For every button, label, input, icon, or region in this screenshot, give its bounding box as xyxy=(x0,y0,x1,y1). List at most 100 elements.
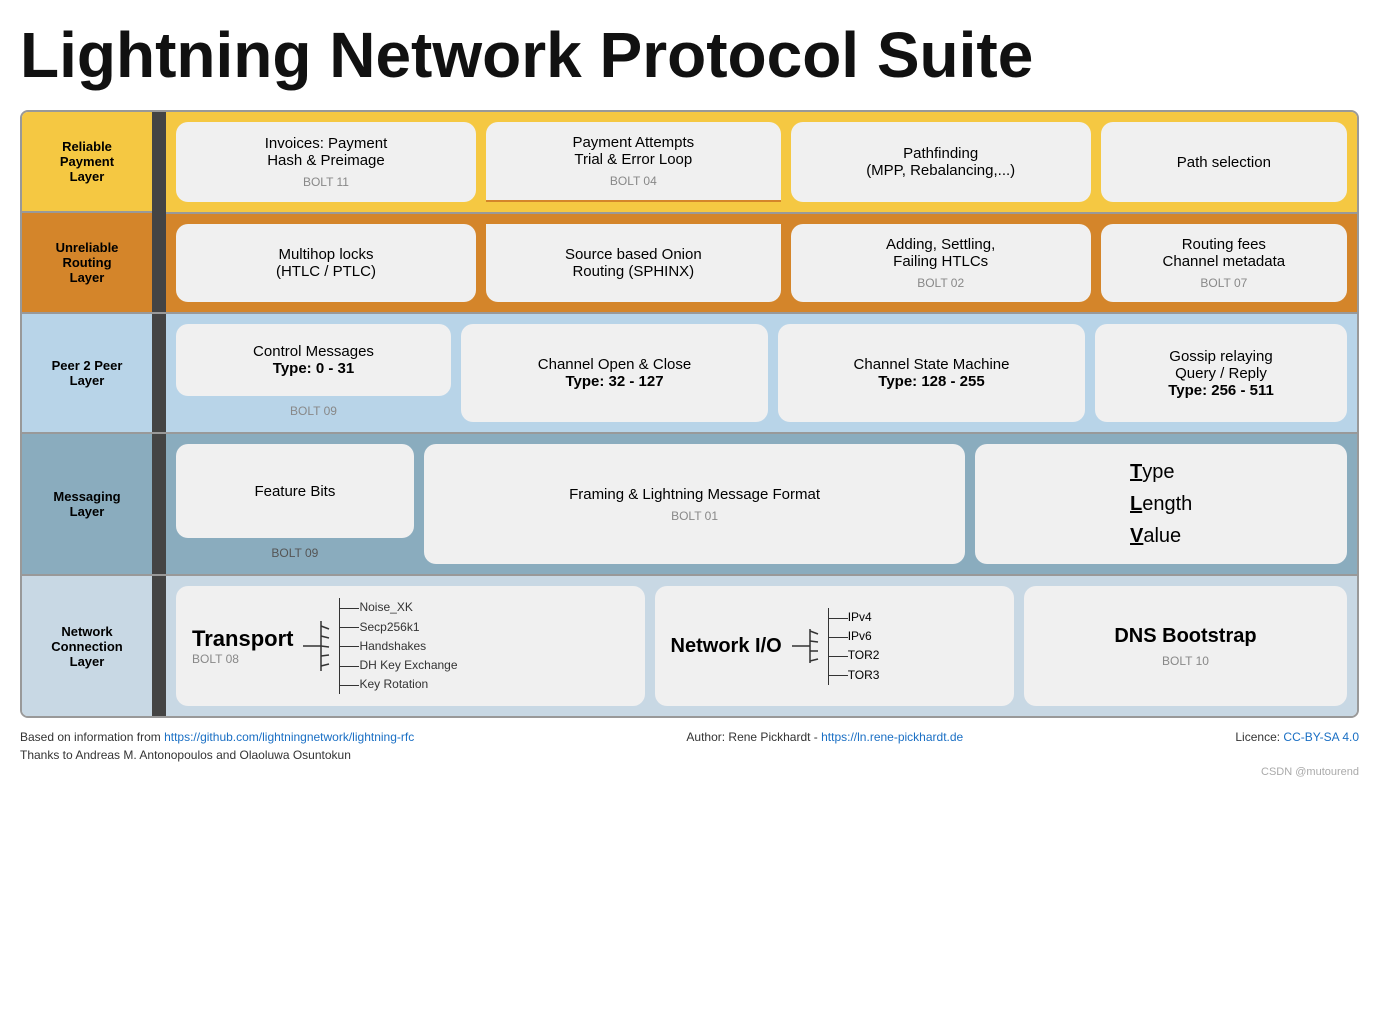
multihop-text: Multihop locks(HTLC / PTLC) xyxy=(276,246,376,280)
gossip-text: Gossip relayingQuery / ReplyType: 256 - … xyxy=(1168,348,1274,399)
reliable-layer-label: ReliablePaymentLayer xyxy=(22,112,152,213)
control-messages-text: Control MessagesType: 0 - 31 xyxy=(253,343,374,377)
payment-attempts-text: Payment AttemptsTrial & Error Loop xyxy=(572,134,694,168)
channel-open-close-text: Channel Open & CloseType: 32 - 127 xyxy=(538,356,691,390)
combined-content: Invoices: PaymentHash & Preimage BOLT 11… xyxy=(166,112,1357,312)
messaging-label: MessagingLayer xyxy=(22,434,152,574)
footer-center-link[interactable]: https://ln.rene-pickhardt.de xyxy=(821,730,963,744)
bolt09-label: BOLT 09 xyxy=(176,404,451,422)
branch-handshakes: Handshakes xyxy=(359,637,457,656)
netio-title-col: Network I/O xyxy=(671,635,782,658)
netio-arrow xyxy=(790,616,820,676)
tlv-text: Type Length Value xyxy=(1130,456,1192,552)
transport-bolt: BOLT 08 xyxy=(192,652,239,666)
dns-bolt: BOLT 10 xyxy=(1162,654,1209,668)
framing-cell: Framing & Lightning Message Format BOLT … xyxy=(424,444,966,564)
onion-routing-text: Source based OnionRouting (SPHINX) xyxy=(565,246,702,280)
p2p-row: Peer 2 PeerLayer Control MessagesType: 0… xyxy=(22,314,1357,434)
htlcs-cell: Adding, Settling,Failing HTLCs BOLT 02 xyxy=(791,224,1091,302)
htlcs-text: Adding, Settling,Failing HTLCs xyxy=(886,236,995,270)
branch-tor3: TOR3 xyxy=(848,666,880,685)
network-content: Transport BOLT 08 Nois xyxy=(166,576,1357,716)
messaging-content: Feature Bits BOLT 09 Framing & Lightning… xyxy=(166,434,1357,574)
netio-arrow-svg xyxy=(790,616,820,676)
footer-center: Author: Rene Pickhardt - https://ln.rene… xyxy=(686,730,963,744)
netio-branches: IPv4 IPv6 TOR2 TOR3 xyxy=(828,608,880,685)
framing-text: Framing & Lightning Message Format xyxy=(569,486,820,503)
control-col: Control MessagesType: 0 - 31 BOLT 09 xyxy=(176,324,451,422)
channel-state-cell: Channel State MachineType: 128 - 255 xyxy=(778,324,1085,422)
onion-col: Source based OnionRouting (SPHINX) xyxy=(486,224,781,302)
network-label: NetworkConnectionLayer xyxy=(22,576,152,716)
footer-left-link[interactable]: https://github.com/lightningnetwork/ligh… xyxy=(164,730,414,744)
p2p-dark-bar xyxy=(152,314,166,432)
network-row: NetworkConnectionLayer Transport BOLT 08 xyxy=(22,576,1357,716)
dns-bootstrap-text: DNS Bootstrap xyxy=(1114,625,1256,648)
branch-secp: Secp256k1 xyxy=(359,618,457,637)
footer: Based on information from https://github… xyxy=(20,730,1359,762)
branch-ipv4: IPv4 xyxy=(848,608,880,627)
messaging-row: MessagingLayer Feature Bits BOLT 09 Fram… xyxy=(22,434,1357,576)
path-selection-text: Path selection xyxy=(1177,154,1271,171)
netio-title: Network I/O xyxy=(671,635,782,658)
invoices-cell: Invoices: PaymentHash & Preimage BOLT 11 xyxy=(176,122,476,202)
control-messages-cell: Control MessagesType: 0 - 31 xyxy=(176,324,451,396)
watermark: CSDN @mutourend xyxy=(20,766,1359,778)
footer-thanks: Thanks to Andreas M. Antonopoulos and Ol… xyxy=(20,748,1359,762)
transport-arrow xyxy=(301,616,331,676)
payment-attempts-col: Payment AttemptsTrial & Error Loop BOLT … xyxy=(486,122,781,202)
transport-arrow-svg xyxy=(301,616,331,676)
dns-bootstrap-cell: DNS Bootstrap BOLT 10 xyxy=(1024,586,1347,706)
routing-fees-cell: Routing feesChannel metadata BOLT 07 xyxy=(1101,224,1347,302)
channel-open-close-cell: Channel Open & CloseType: 32 - 127 xyxy=(461,324,768,422)
footer-center-text: Author: Rene Pickhardt - xyxy=(686,730,821,744)
transport-branches: Noise_XK Secp256k1 Handshakes DH Key Exc… xyxy=(339,598,457,694)
branch-dh: DH Key Exchange xyxy=(359,656,457,675)
feature-bolt09: BOLT 09 xyxy=(176,546,414,564)
footer-right: Licence: CC-BY-SA 4.0 xyxy=(1235,730,1359,744)
branch-ipv6: IPv6 xyxy=(848,627,880,646)
transport-title-col: Transport BOLT 08 xyxy=(192,626,293,666)
messaging-dark-bar xyxy=(152,434,166,574)
payment-attempts-cell: Payment AttemptsTrial & Error Loop BOLT … xyxy=(486,122,781,202)
invoices-text: Invoices: PaymentHash & Preimage xyxy=(265,135,388,169)
footer-right-text: Licence: xyxy=(1235,730,1283,744)
unreliable-layer-label: UnreliableRoutingLayer xyxy=(22,213,152,312)
p2p-label: Peer 2 PeerLayer xyxy=(22,314,152,432)
framing-bolt: BOLT 01 xyxy=(671,509,718,523)
branch-key-rotation: Key Rotation xyxy=(359,675,457,694)
network-io-cell: Network I/O IPv4 IPv6 TOR2 xyxy=(655,586,1014,706)
label-column: ReliablePaymentLayer UnreliableRoutingLa… xyxy=(22,112,152,312)
feature-bits-col: Feature Bits BOLT 09 xyxy=(176,444,414,564)
p2p-content: Control MessagesType: 0 - 31 BOLT 09 Cha… xyxy=(166,314,1357,432)
gossip-cell: Gossip relayingQuery / ReplyType: 256 - … xyxy=(1095,324,1347,422)
protocol-diagram: ReliablePaymentLayer UnreliableRoutingLa… xyxy=(20,110,1359,718)
network-dark-bar xyxy=(152,576,166,716)
pathfinding-cell: Pathfinding(MPP, Rebalancing,...) xyxy=(791,122,1091,202)
feature-bits-text: Feature Bits xyxy=(254,483,335,500)
invoices-bolt: BOLT 11 xyxy=(303,175,349,189)
path-selection-cell: Path selection xyxy=(1101,122,1347,202)
transport-cell: Transport BOLT 08 Nois xyxy=(176,586,645,706)
reliable-cells: Invoices: PaymentHash & Preimage BOLT 11… xyxy=(166,112,1357,214)
channel-state-text: Channel State MachineType: 128 - 255 xyxy=(854,356,1010,390)
multihop-cell: Multihop locks(HTLC / PTLC) xyxy=(176,224,476,302)
htlcs-bolt: BOLT 02 xyxy=(917,276,964,290)
reliable-unreliable-section: ReliablePaymentLayer UnreliableRoutingLa… xyxy=(22,112,1357,314)
footer-left: Based on information from https://github… xyxy=(20,730,414,744)
footer-right-link[interactable]: CC-BY-SA 4.0 xyxy=(1283,730,1359,744)
pathfinding-text: Pathfinding(MPP, Rebalancing,...) xyxy=(866,145,1015,179)
footer-left-text: Based on information from xyxy=(20,730,164,744)
transport-title: Transport xyxy=(192,626,293,652)
branch-tor2: TOR2 xyxy=(848,646,880,665)
page-title: Lightning Network Protocol Suite xyxy=(20,20,1359,90)
footer-row-main: Based on information from https://github… xyxy=(20,730,1359,744)
feature-bits-cell: Feature Bits xyxy=(176,444,414,538)
onion-routing-cell: Source based OnionRouting (SPHINX) xyxy=(486,224,781,302)
routing-fees-text: Routing feesChannel metadata xyxy=(1163,236,1286,270)
unreliable-cells: Multihop locks(HTLC / PTLC) Source based… xyxy=(166,214,1357,312)
routing-fees-bolt: BOLT 07 xyxy=(1200,276,1247,290)
branch-noise: Noise_XK xyxy=(359,598,457,617)
vertical-bar xyxy=(152,112,166,312)
tlv-cell: Type Length Value xyxy=(975,444,1347,564)
